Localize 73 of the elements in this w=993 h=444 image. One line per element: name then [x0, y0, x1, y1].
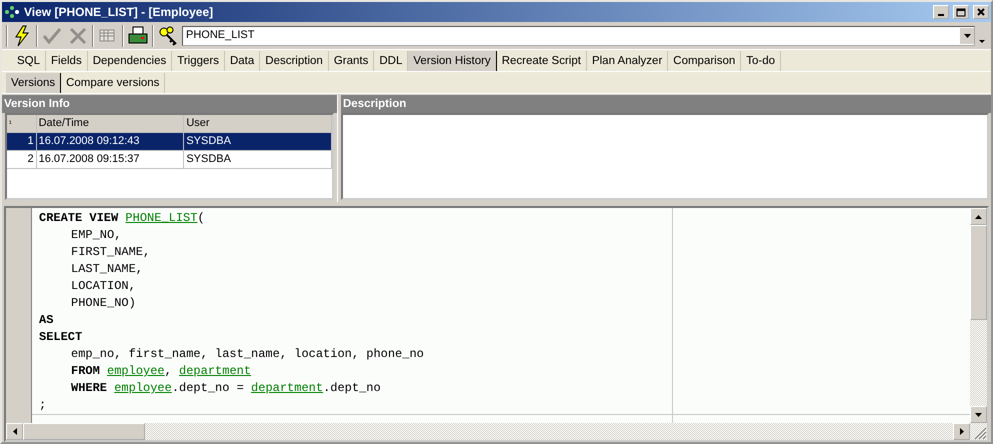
tab[interactable]: Description	[260, 51, 329, 71]
panel-header: Version Info	[2, 95, 337, 113]
tab[interactable]: Version History	[408, 51, 497, 71]
tab[interactable]: Recreate Script	[496, 51, 587, 71]
object-link[interactable]: employee	[114, 381, 172, 395]
right-arrow-icon	[960, 428, 964, 435]
column-header[interactable]: User	[184, 115, 332, 132]
code-text: .dept_no	[323, 381, 381, 395]
sql-keyword: WHERE	[71, 381, 108, 395]
code-text: PHONE_NO)	[71, 296, 136, 310]
object-dropdown[interactable]: PHONE_LIST	[182, 26, 975, 46]
maximize-button[interactable]	[953, 5, 969, 19]
keys-icon	[157, 24, 179, 46]
scroll-left-button[interactable]	[6, 423, 23, 440]
scroll-thumb[interactable]	[23, 423, 145, 440]
close-button[interactable]	[973, 5, 989, 19]
code-text: LAST_NAME,	[71, 262, 144, 276]
close-icon	[977, 8, 985, 16]
table-cell: 2	[7, 151, 37, 168]
horizontal-scrollbar[interactable]	[6, 423, 987, 440]
column-header[interactable]: ¹	[7, 115, 37, 132]
description-field[interactable]	[341, 113, 989, 200]
tab[interactable]: Compare versions	[61, 73, 166, 93]
scroll-thumb[interactable]	[970, 225, 987, 320]
code-text: (	[197, 211, 205, 225]
object-link[interactable]: department	[179, 364, 252, 378]
table-cell: 16.07.2008 09:12:43	[36, 133, 184, 150]
scroll-down-button[interactable]	[970, 406, 987, 423]
tab[interactable]: Comparison	[668, 51, 742, 71]
scroll-right-button[interactable]	[953, 423, 970, 440]
sql-keyword: AS	[39, 313, 54, 327]
code-text: emp_no, first_name, last_name, location, phone_no	[71, 347, 424, 361]
tab[interactable]: Fields	[46, 51, 88, 71]
vertical-scrollbar[interactable]	[970, 208, 987, 423]
minimize-button[interactable]	[933, 5, 949, 19]
up-arrow-icon	[975, 214, 982, 218]
code-text: FIRST_NAME,	[71, 245, 150, 259]
scroll-up-button[interactable]	[970, 208, 987, 225]
sql-keyword: FROM	[71, 364, 101, 378]
printer-icon	[127, 24, 149, 46]
code-editor[interactable]	[4, 206, 989, 442]
code-text: ;	[39, 398, 46, 412]
table-cell: 16.07.2008 09:15:37	[36, 151, 184, 168]
table-row[interactable]: 2 16.07.2008 09:15:37 SYSDBA	[7, 151, 332, 169]
sql-keyword: SELECT	[39, 330, 82, 344]
tab[interactable]: Grants	[328, 51, 374, 71]
tab[interactable]: Data	[224, 51, 260, 71]
code-text: .dept_no =	[172, 381, 245, 395]
table-row[interactable]: 1 16.07.2008 09:12:43 SYSDBA	[7, 133, 332, 151]
object-link[interactable]: department	[251, 381, 324, 395]
down-arrow-icon	[975, 412, 982, 416]
sql-keyword: CREATE VIEW	[39, 211, 120, 225]
panel-header: Description	[341, 95, 991, 113]
code-text: LOCATION,	[71, 279, 136, 293]
column-header[interactable]: Date/Time	[36, 115, 184, 132]
table-cell: SYSDBA	[184, 133, 332, 150]
object-link[interactable]: employee	[107, 364, 165, 378]
tab[interactable]: To-do	[741, 51, 782, 71]
dropdown-arrow-icon	[964, 34, 970, 38]
table-cell: 1	[7, 133, 37, 150]
tab[interactable]: SQL	[12, 51, 46, 71]
left-arrow-icon	[12, 428, 16, 435]
object-link[interactable]: PHONE_LIST	[125, 211, 198, 225]
code-text: EMP_NO,	[71, 228, 122, 242]
code-text: ,	[164, 364, 173, 378]
tab[interactable]: Dependencies	[88, 51, 172, 71]
tab[interactable]: Triggers	[172, 51, 225, 71]
window-title: View [PHONE_LIST] - [Employee]	[24, 4, 214, 21]
tab[interactable]: Plan Analyzer	[586, 51, 668, 71]
tab[interactable]: Versions	[6, 73, 62, 93]
table-cell: SYSDBA	[184, 151, 332, 168]
app-icon	[4, 5, 20, 19]
maximize-icon	[956, 8, 966, 16]
